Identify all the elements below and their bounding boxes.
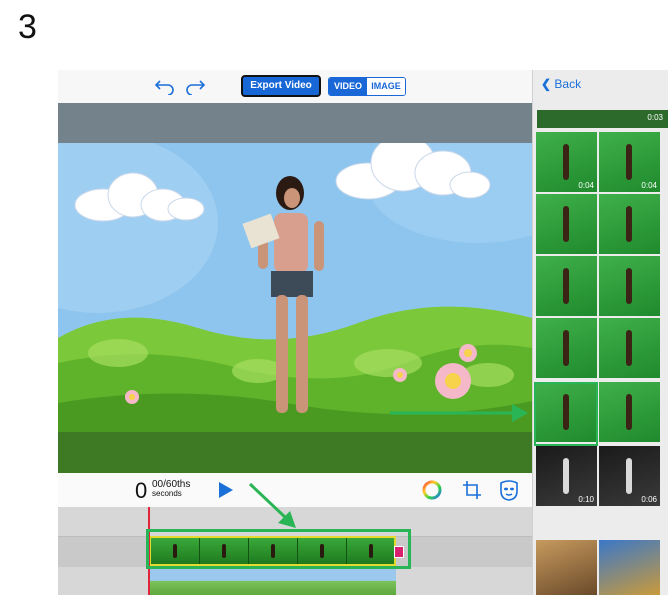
thumbnail-duration: 0:10 — [578, 495, 594, 504]
media-thumbnail[interactable] — [599, 382, 660, 442]
media-strip[interactable]: 0:03 — [537, 110, 668, 128]
media-thumbnail[interactable] — [599, 256, 660, 316]
figure-shape — [626, 458, 632, 494]
media-thumbnail[interactable]: 0:06 — [599, 446, 660, 506]
mode-toggle: VIDEO IMAGE — [328, 77, 406, 96]
media-thumbnail[interactable] — [536, 318, 597, 378]
mask-icon[interactable] — [499, 479, 519, 501]
back-label: Back — [554, 77, 582, 91]
time-fraction: 00/60ths — [152, 479, 191, 490]
selected-thumbnail-outline — [534, 382, 598, 446]
media-thumbnail[interactable] — [599, 194, 660, 254]
figure-shape — [563, 206, 569, 242]
figure-shape — [563, 268, 569, 304]
figure-shape — [563, 144, 569, 180]
color-wheel-icon[interactable] — [422, 480, 442, 500]
clip-highlight-box — [146, 529, 411, 569]
export-video-button[interactable]: Export Video — [241, 75, 321, 97]
crop-icon[interactable] — [461, 479, 483, 501]
canvas-top-letterbox — [58, 103, 532, 143]
figure-shape — [626, 206, 632, 242]
thumbnail-duration: 0:04 — [578, 181, 594, 190]
media-thumbnail[interactable]: 0:04 — [536, 132, 597, 192]
redo-icon[interactable] — [184, 77, 206, 96]
time-readout: 00/60ths seconds — [152, 479, 191, 499]
scene-background-image — [58, 143, 532, 473]
time-seconds-value: 0 — [135, 478, 148, 503]
thumbnail-duration: 0:04 — [641, 181, 657, 190]
time-unit: seconds — [152, 489, 182, 498]
media-thumbnail[interactable]: 0:10 — [536, 446, 597, 506]
media-thumbnail[interactable] — [536, 540, 597, 595]
media-thumbnail[interactable] — [536, 194, 597, 254]
figure-shape — [563, 330, 569, 366]
play-icon[interactable] — [219, 482, 233, 498]
figure-shape — [626, 268, 632, 304]
preview-canvas[interactable] — [58, 143, 532, 473]
figure-shape — [626, 144, 632, 180]
figure-shape — [563, 458, 569, 494]
figure-shape — [626, 330, 632, 366]
media-thumbnail[interactable]: 0:04 — [599, 132, 660, 192]
media-thumbnail[interactable] — [599, 540, 660, 595]
thumbnail-duration: 0:06 — [641, 495, 657, 504]
undo-icon[interactable] — [154, 77, 176, 96]
canvas-bottom-letterbox — [58, 432, 532, 473]
timeline[interactable] — [58, 507, 532, 595]
mode-video-tab[interactable]: VIDEO — [329, 78, 367, 95]
background-track[interactable] — [149, 569, 396, 595]
back-button[interactable]: ❮ Back — [541, 77, 581, 91]
figure-shape — [626, 394, 632, 430]
app-window: Export Video VIDEO IMAGE 0 00/60ths seco… — [58, 70, 668, 595]
playback-controls: 0 00/60ths seconds — [58, 473, 532, 508]
media-thumbnail[interactable] — [599, 318, 660, 378]
strip-duration: 0:03 — [647, 113, 663, 122]
chevron-left-icon: ❮ — [541, 77, 552, 91]
step-number: 3 — [18, 8, 37, 46]
media-browser-panel: ❮ Back 0:03 0:04 0:04 0:10 0:06 — [532, 70, 668, 595]
top-toolbar: Export Video VIDEO IMAGE — [58, 70, 532, 104]
media-thumbnail[interactable] — [536, 256, 597, 316]
mode-image-tab[interactable]: IMAGE — [367, 78, 405, 95]
